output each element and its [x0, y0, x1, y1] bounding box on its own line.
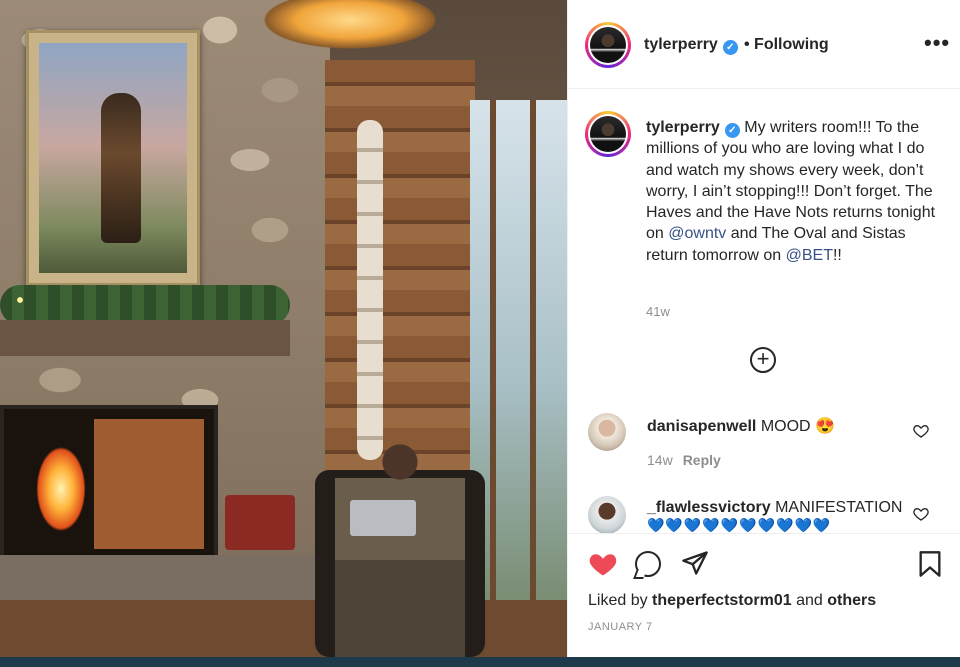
post-photo[interactable] — [0, 0, 567, 657]
verified-badge-icon: ✓ — [722, 40, 738, 55]
comment-emoji-row: 💙💙💙💙💙💙💙💙💙💙 — [647, 517, 832, 533]
framed-painting — [26, 30, 200, 286]
bookmark-icon[interactable] — [918, 550, 941, 577]
seated-person — [335, 440, 465, 657]
post-caption: tylerperry ✓ My writers room!!! To the mi… — [646, 119, 936, 264]
mention-bet[interactable]: @BET — [786, 247, 833, 264]
like-heart-icon[interactable] — [588, 549, 618, 582]
fire — [26, 419, 96, 539]
comment-timestamp[interactable]: 14w — [647, 452, 673, 468]
post-actions: Liked by theperfectstorm01 and others JA… — [568, 533, 960, 658]
mention-owntv[interactable]: @owntv — [668, 225, 726, 242]
caption-username[interactable]: tylerperry — [646, 119, 720, 136]
more-options-icon[interactable]: ••• — [924, 30, 950, 56]
laptop — [350, 500, 416, 536]
post-sidebar: tylerperry ✓ • Following ••• tylerperry ✓ … — [567, 0, 960, 658]
toy-train — [225, 495, 295, 550]
garland — [0, 285, 290, 325]
commenter-avatar[interactable] — [588, 496, 626, 534]
like-comment-icon[interactable] — [913, 506, 929, 522]
liked-by-line: Liked by theperfectstorm01 and others — [588, 592, 877, 609]
liked-by-others[interactable]: others — [827, 592, 876, 609]
share-paper-plane-icon[interactable] — [681, 549, 709, 582]
author-avatar[interactable] — [585, 22, 631, 68]
post-date[interactable]: JANUARY 7 — [588, 621, 653, 633]
taskbar-strip — [0, 657, 960, 667]
verified-badge-icon: ✓ — [724, 123, 740, 138]
reply-button[interactable]: Reply — [683, 452, 721, 468]
mantel — [0, 320, 290, 356]
comment-bubble-icon[interactable] — [635, 551, 661, 577]
fireplace — [0, 405, 218, 563]
log-ends — [357, 120, 383, 460]
liked-by-user[interactable]: theperfectstorm01 — [652, 592, 792, 609]
like-comment-icon[interactable] — [913, 423, 929, 439]
following-button[interactable]: • Following — [744, 36, 829, 54]
comment-text: MANIFESTATION — [775, 499, 903, 516]
commenter-username[interactable]: _flawlessvictory — [647, 499, 771, 516]
caption-avatar[interactable] — [585, 111, 631, 157]
load-more-comments-icon[interactable]: + — [750, 347, 776, 373]
caption-timestamp[interactable]: 41w — [646, 304, 670, 319]
commenter-avatar[interactable] — [588, 413, 626, 451]
post-header: tylerperry ✓ • Following ••• — [568, 0, 960, 89]
author-username[interactable]: tylerperry — [644, 36, 718, 53]
commenter-username[interactable]: danisapenwell — [647, 418, 756, 435]
comment-text: MOOD 😍 — [760, 418, 835, 435]
